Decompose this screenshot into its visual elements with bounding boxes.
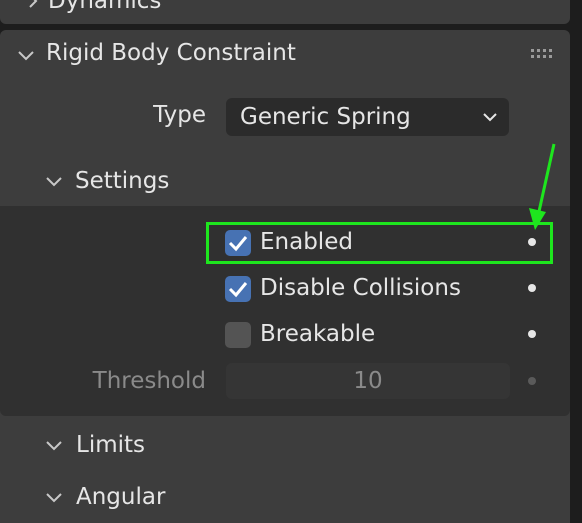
breakable-checkbox[interactable] [225, 322, 251, 348]
angular-subpanel-title[interactable]: Angular [76, 484, 165, 510]
annotation-highlight-box [206, 222, 553, 264]
keyframe-dot-icon[interactable] [528, 377, 536, 385]
chevron-down-icon [483, 113, 497, 122]
chevron-down-icon[interactable] [18, 48, 34, 64]
threshold-label: Threshold [92, 368, 206, 394]
limits-subpanel-title[interactable]: Limits [76, 432, 145, 458]
annotation-arrow-icon [529, 143, 556, 230]
dynamics-panel-title[interactable]: Dynamics [48, 0, 161, 14]
chevron-right-icon [29, 0, 38, 8]
disable-collisions-checkbox[interactable] [225, 276, 251, 302]
settings-subpanel-title[interactable]: Settings [75, 168, 169, 194]
dynamics-panel[interactable]: Dynamics [0, 0, 570, 24]
chevron-down-icon[interactable] [46, 174, 62, 190]
keyframe-dot-icon[interactable] [528, 284, 536, 292]
type-dropdown-value: Generic Spring [240, 104, 411, 130]
panel-title[interactable]: Rigid Body Constraint [46, 40, 296, 66]
type-label: Type [153, 102, 206, 128]
breakable-label[interactable]: Breakable [260, 321, 375, 347]
threshold-field[interactable]: 10 [226, 363, 510, 399]
chevron-down-icon[interactable] [46, 438, 62, 454]
type-dropdown[interactable]: Generic Spring [226, 98, 509, 136]
drag-grip-icon[interactable] [530, 47, 556, 59]
checkmark-icon [228, 282, 248, 298]
disable-collisions-label[interactable]: Disable Collisions [260, 275, 461, 301]
chevron-down-icon[interactable] [46, 490, 62, 506]
keyframe-dot-icon[interactable] [528, 330, 536, 338]
